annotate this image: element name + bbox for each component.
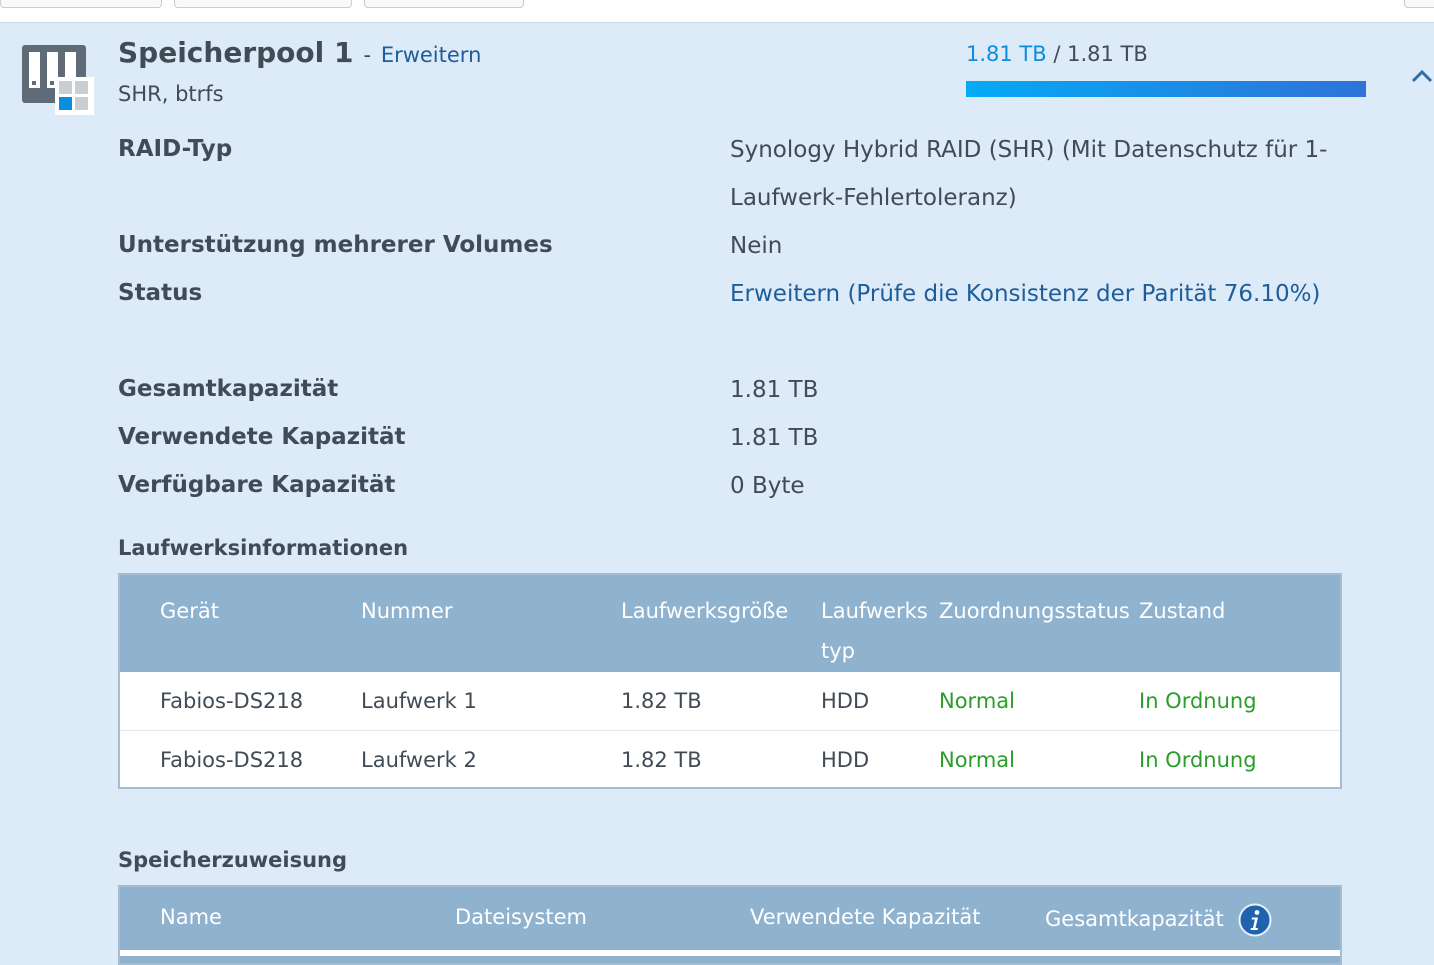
info-label: Verfügbare Kapazität: [118, 472, 396, 498]
col-number[interactable]: Nummer: [361, 591, 453, 631]
cell-allocation-status: Normal: [939, 689, 1015, 713]
col-device[interactable]: Gerät: [160, 591, 219, 631]
cell-health: In Ordnung: [1139, 748, 1257, 772]
capacity-bar-fill: [966, 81, 1366, 97]
expand-link[interactable]: Erweitern: [381, 43, 482, 67]
cell-type: HDD: [821, 748, 870, 772]
col-filesystem[interactable]: Dateisystem: [455, 897, 587, 937]
toolbar-button-1[interactable]: [0, 0, 162, 8]
allocation-table-header: Name Dateisystem Verwendete Kapazität Ge…: [120, 887, 1340, 953]
drives-table-body: Fabios-DS218 Laufwerk 1 1.82 TB HDD Norm…: [120, 672, 1340, 789]
cell-health: In Ordnung: [1139, 689, 1257, 713]
info-value: Nein: [730, 233, 783, 259]
info-value: 1.81 TB: [730, 377, 819, 403]
toolbar-button-3[interactable]: [364, 0, 524, 8]
capacity-used: 1.81 TB: [966, 42, 1047, 66]
cell-device: Fabios-DS218: [160, 748, 304, 772]
cell-type: HDD: [821, 689, 870, 713]
col-allocation-status[interactable]: Zuordnungsstatus: [939, 591, 1130, 631]
info-icon[interactable]: [1238, 903, 1272, 937]
toolbar: [0, 0, 1434, 23]
col-total-capacity[interactable]: Gesamtkapazität: [1045, 899, 1224, 939]
pool-title: Speicherpool 1- Erweitern: [118, 36, 481, 69]
info-value: Synology Hybrid RAID (SHR) (Mit Datensch…: [730, 137, 1328, 211]
table-row[interactable]: Fabios-DS218 Laufwerk 1 1.82 TB HDD Norm…: [120, 672, 1340, 730]
cell-size: 1.82 TB: [621, 748, 702, 772]
capacity-summary: 1.81 TB / 1.81 TB: [966, 42, 1148, 66]
info-label: Status: [118, 280, 203, 306]
cell-number: Laufwerk 2: [361, 748, 477, 772]
info-label: Verwendete Kapazität: [118, 424, 406, 450]
cell-number: Laufwerk 1: [361, 689, 477, 713]
col-drive-size[interactable]: Laufwerksgröße: [621, 591, 788, 631]
col-used-capacity[interactable]: Verwendete Kapazität: [750, 897, 980, 937]
storage-pool-icon: [22, 45, 94, 115]
drives-table-header: Gerät Nummer Laufwerksgröße Laufwerks ty…: [120, 575, 1340, 672]
pool-name: Speicherpool 1: [118, 36, 354, 69]
col-health[interactable]: Zustand: [1139, 591, 1225, 631]
drives-section-title: Laufwerksinformationen: [118, 536, 409, 560]
capacity-total: 1.81 TB: [1067, 42, 1148, 66]
capacity-bar: [966, 81, 1366, 97]
info-value: 1.81 TB: [730, 425, 819, 451]
chevron-up-icon[interactable]: [1410, 66, 1434, 86]
info-label: RAID-Typ: [118, 136, 233, 162]
cell-device: Fabios-DS218: [160, 689, 304, 713]
col-name[interactable]: Name: [160, 897, 222, 937]
drives-table: Gerät Nummer Laufwerksgröße Laufwerks ty…: [118, 573, 1342, 789]
title-separator: -: [363, 43, 372, 67]
capacity-separator: /: [1053, 42, 1061, 66]
status-value: Erweitern (Prüfe die Konsistenz der Pari…: [730, 281, 1321, 307]
info-label: Gesamtkapazität: [118, 376, 339, 402]
info-label: Unterstützung mehrerer Volumes: [118, 232, 553, 258]
pool-subtitle: SHR, btrfs: [118, 82, 224, 106]
cell-allocation-status: Normal: [939, 748, 1015, 772]
info-value: 0 Byte: [730, 473, 805, 499]
allocation-section-title: Speicherzuweisung: [118, 848, 348, 872]
allocation-table-body: [120, 950, 1340, 956]
toolbar-button-2[interactable]: [174, 0, 352, 8]
col-drive-type[interactable]: Laufwerks typ: [821, 591, 933, 671]
cell-size: 1.82 TB: [621, 689, 702, 713]
toolbar-button-4[interactable]: [1404, 0, 1434, 8]
table-row[interactable]: Fabios-DS218 Laufwerk 2 1.82 TB HDD Norm…: [120, 730, 1340, 789]
